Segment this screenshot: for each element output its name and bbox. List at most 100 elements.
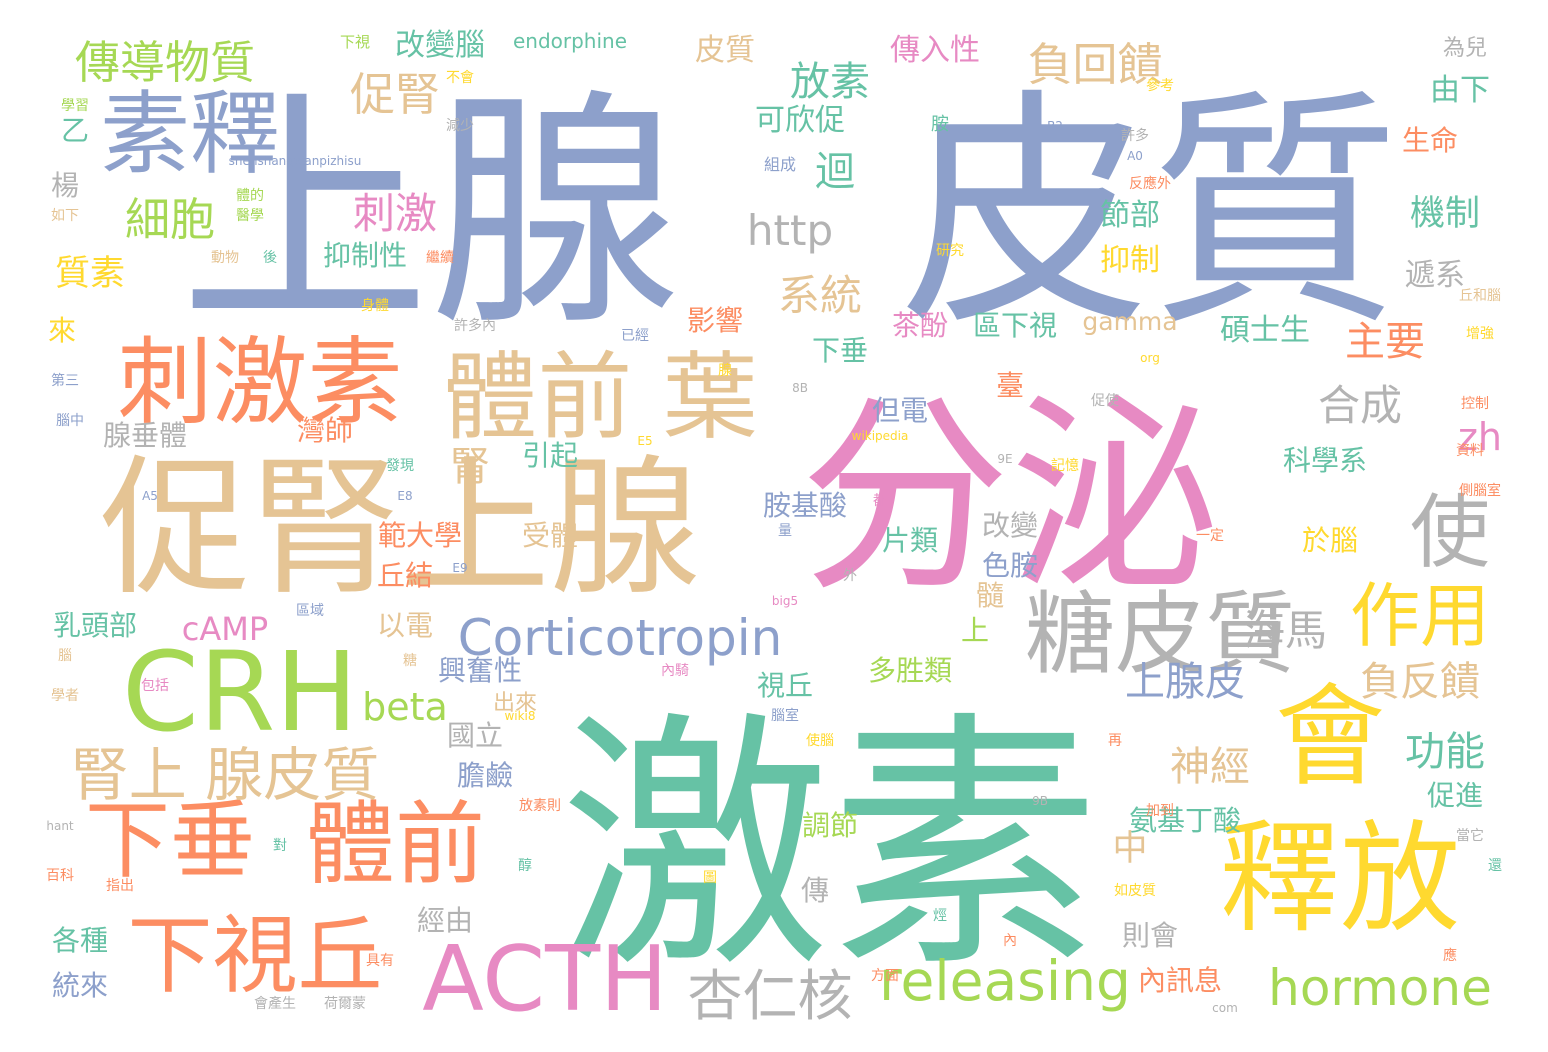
cloud-word: 乳頭部 — [53, 609, 137, 642]
cloud-word: 促腎 — [350, 68, 440, 121]
cloud-word: 乙 — [61, 114, 89, 147]
cloud-word: 糖 — [403, 653, 417, 669]
cloud-word: 髓 — [976, 579, 1004, 612]
cloud-word: 下視丘 — [127, 907, 382, 1006]
cloud-word: 研究 — [936, 243, 964, 259]
cloud-word: 學習 — [61, 98, 89, 114]
cloud-word: 記憶 — [1051, 457, 1079, 474]
cloud-word: 方面 — [871, 968, 899, 984]
cloud-word: 作用 — [1350, 575, 1490, 657]
cloud-word: 還 — [1488, 858, 1502, 874]
cloud-word: A5 — [142, 489, 158, 503]
cloud-word: 抑制 — [1100, 243, 1160, 278]
cloud-word: 於腦 — [1302, 524, 1358, 557]
cloud-word: 負反饋 — [1360, 659, 1480, 705]
cloud-word: 再 — [1108, 733, 1122, 749]
cloud-word: 側腦室 — [1459, 482, 1501, 499]
cloud-word: 對 — [273, 838, 287, 854]
cloud-word: wiki8 — [504, 709, 535, 723]
cloud-word: 體的 — [236, 188, 264, 204]
cloud-word: 促使 — [1091, 392, 1119, 409]
cloud-word: 經由 — [417, 904, 473, 937]
cloud-word: 主要 — [1345, 319, 1425, 365]
cloud-word: 資料 — [1456, 443, 1484, 459]
cloud-word: 受體 — [522, 519, 578, 552]
cloud-word: 不會 — [446, 70, 474, 86]
cloud-word: 範大學 — [378, 519, 462, 552]
cloud-word: 楊 — [51, 169, 79, 202]
cloud-word: 傳導物質 — [75, 36, 255, 89]
cloud-word: 許多內 — [454, 317, 496, 334]
cloud-word: 放素 — [790, 59, 870, 105]
cloud-word: 碩士生 — [1220, 313, 1310, 348]
cloud-word: beta — [362, 685, 448, 729]
cloud-word: 使腦 — [806, 732, 834, 749]
cloud-word: 動物 — [211, 250, 239, 266]
cloud-word: 包括 — [141, 678, 169, 694]
cloud-word: 參考 — [1146, 78, 1174, 94]
cloud-word: 多胜類 — [868, 654, 952, 687]
cloud-word: 灣師 — [297, 414, 353, 447]
cloud-word: 來 — [48, 314, 76, 347]
cloud-word: 膽鹼 — [457, 759, 513, 792]
cloud-word: 迴 — [815, 149, 855, 195]
cloud-word: 遞系 — [1405, 258, 1465, 293]
cloud-word: 腎 — [450, 444, 490, 490]
cloud-word: 傳 — [801, 874, 829, 907]
cloud-word: A0 — [1127, 149, 1143, 163]
cloud-word: 身體 — [361, 298, 389, 314]
cloud-word: 都 — [873, 493, 887, 509]
cloud-word: 素釋 — [100, 82, 280, 187]
cloud-word: 減少 — [446, 117, 474, 134]
cloud-word: 組成 — [764, 155, 796, 174]
cloud-word: 內 — [1003, 933, 1017, 949]
cloud-word: 8B — [792, 381, 808, 395]
cloud-word: 負回饋 — [1027, 38, 1162, 91]
cloud-word: 學者 — [51, 688, 79, 704]
cloud-word: 具有 — [366, 953, 394, 969]
cloud-word: E5 — [637, 434, 652, 448]
cloud-word: 科學系 — [1283, 444, 1367, 477]
cloud-word: 合成 — [1318, 381, 1402, 430]
cloud-word: 神經 — [1170, 744, 1250, 790]
cloud-word: 為兒 — [1443, 36, 1487, 61]
cloud-word: 應 — [1443, 947, 1457, 964]
cloud-word: 區下視 — [973, 309, 1057, 342]
cloud-word: B2 — [1047, 119, 1063, 133]
cloud-word: 腺垂體 — [103, 419, 187, 452]
cloud-word: 當它 — [1456, 827, 1484, 844]
cloud-word: 如下 — [51, 208, 79, 224]
cloud-word: 使 — [1410, 486, 1490, 579]
cloud-word: 第三 — [51, 372, 79, 389]
cloud-word: 丘結 — [377, 559, 433, 592]
cloud-word: 茶酚 — [892, 309, 948, 342]
cloud-word: 改變 — [982, 509, 1038, 542]
cloud-word: 系統 — [778, 271, 862, 320]
cloud-word: 胺 — [931, 114, 949, 135]
cloud-word: 圖 — [703, 870, 717, 886]
cloud-word: 內訊息 — [1138, 964, 1222, 997]
cloud-word: 功能 — [1405, 729, 1485, 775]
cloud-word: 下視 — [340, 33, 370, 51]
cloud-word: 加到 — [1146, 803, 1174, 819]
cloud-word: wikipedia — [852, 429, 909, 443]
cloud-word: 一定 — [1196, 528, 1224, 544]
cloud-word: 增強 — [1466, 326, 1494, 342]
cloud-word: 上腺皮 — [1125, 659, 1245, 705]
cloud-word: 生命 — [1402, 124, 1458, 157]
cloud-word: 杏仁核 — [687, 964, 852, 1028]
cloud-word: 上 — [961, 614, 989, 647]
cloud-word: 視丘 — [757, 669, 813, 702]
cloud-word: 抑制性 — [323, 239, 407, 272]
cloud-word: 改變腦 — [395, 28, 485, 63]
cloud-word: 區域 — [296, 603, 324, 619]
cloud-word: 後 — [263, 250, 277, 266]
cloud-word: 節部 — [1100, 198, 1160, 233]
cloud-word: 內騎 — [661, 663, 689, 679]
cloud-word: 醇 — [518, 857, 532, 874]
cloud-word: 興奮性 — [438, 654, 522, 687]
cloud-word: ACTH — [422, 927, 667, 1032]
cloud-word: 由下 — [1430, 73, 1490, 108]
cloud-word: 外 — [843, 568, 857, 584]
cloud-word: 9B — [1032, 794, 1048, 808]
